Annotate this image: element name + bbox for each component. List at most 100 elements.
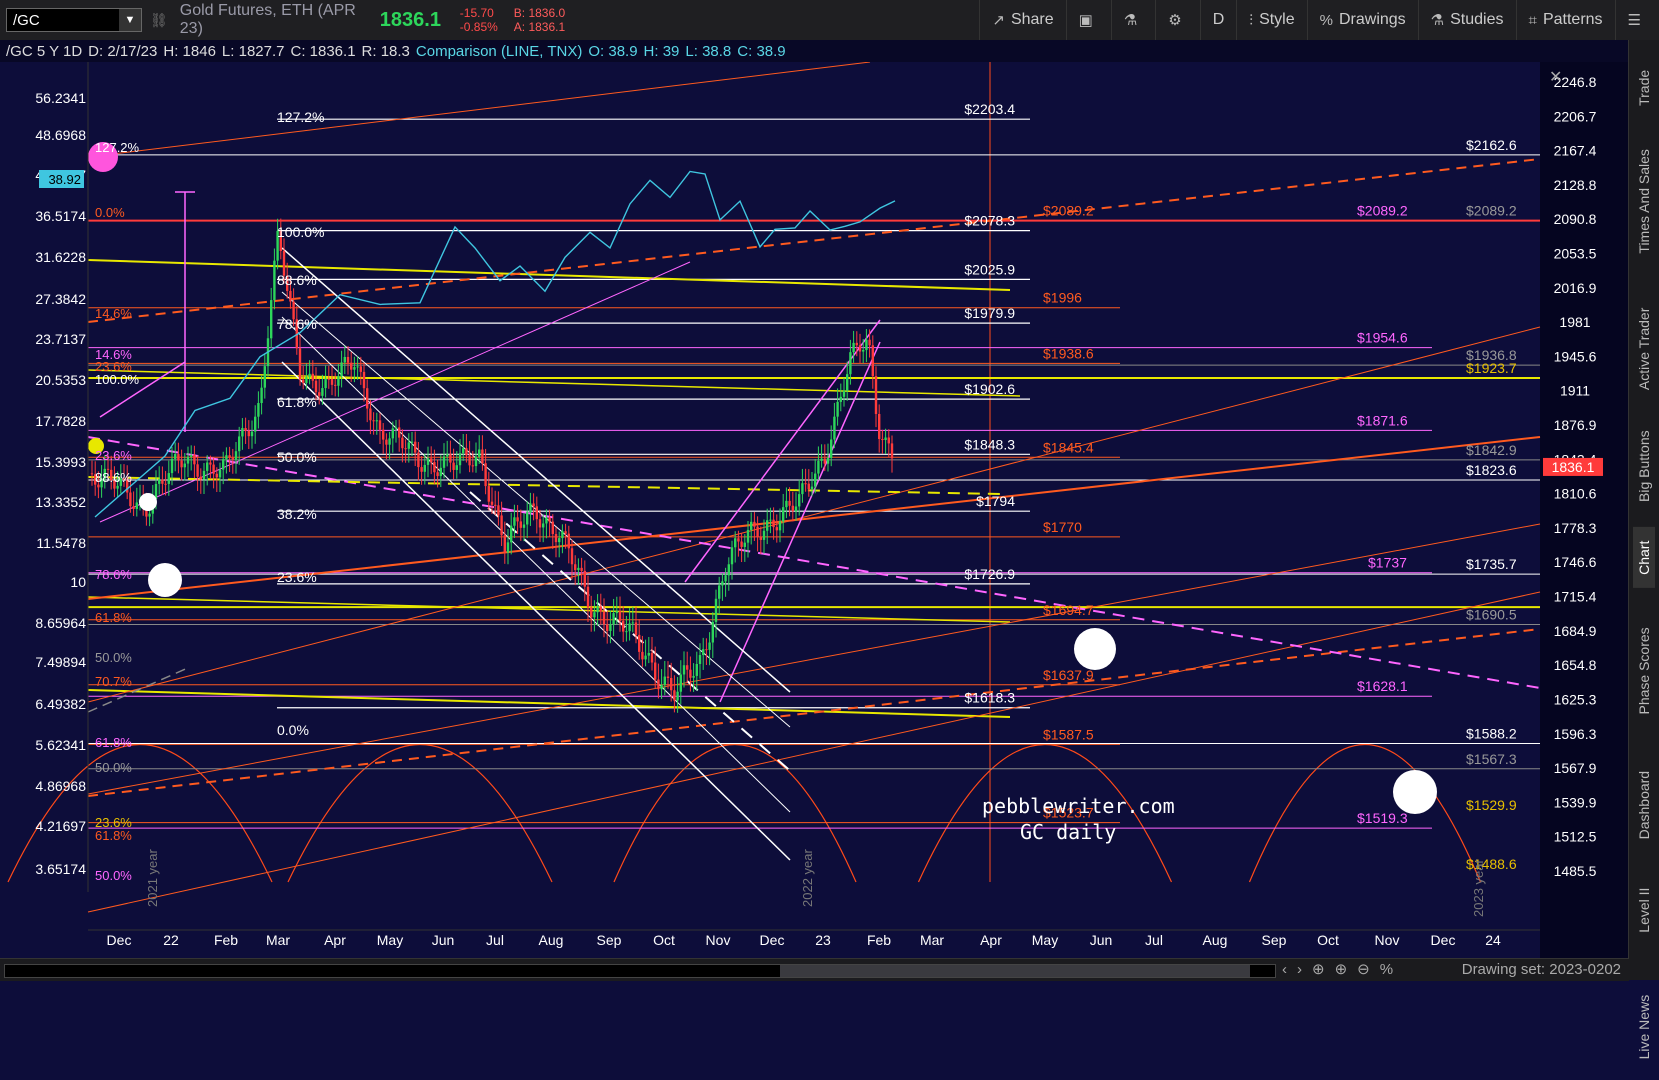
- candle-body: [250, 431, 254, 437]
- flask-icon: ⚗: [1430, 12, 1445, 29]
- candle-body: [513, 517, 516, 526]
- percent-icon[interactable]: %: [1380, 961, 1403, 978]
- left-axis-label: 6.49382: [35, 696, 86, 712]
- horizontal-scrollbar[interactable]: [4, 964, 1276, 978]
- candle-body: [814, 473, 817, 487]
- candle-body: [785, 500, 788, 508]
- side-tab-active-trader[interactable]: Active Trader: [1633, 292, 1655, 405]
- scroll-left-icon[interactable]: ‹: [1282, 961, 1297, 978]
- x-axis-label: 23: [815, 932, 831, 948]
- fib-value-label: $2025.9: [964, 261, 1015, 277]
- white-dot-marker: [1074, 628, 1116, 670]
- price-chart[interactable]: 56.234148.696842.169736.517431.622827.38…: [0, 62, 1629, 958]
- patterns-button[interactable]: ⌗ Patterns: [1515, 0, 1615, 40]
- candle-body: [254, 416, 257, 432]
- candle-body: [641, 651, 644, 660]
- x-axis-label: Apr: [324, 932, 346, 948]
- left-axis-label: 31.6228: [35, 249, 86, 265]
- candle-body: [759, 537, 762, 540]
- link-icon[interactable]: ⛓: [150, 12, 168, 29]
- candle-body: [602, 611, 606, 625]
- candle-body: [148, 513, 151, 517]
- comparison-label[interactable]: Comparison (LINE, TNX): [416, 43, 582, 60]
- side-tab-big-buttons[interactable]: Big Buttons: [1633, 423, 1655, 510]
- candle-body: [654, 662, 657, 680]
- candle-body: [852, 342, 855, 353]
- right-axis-label: 1485.5: [1554, 863, 1597, 879]
- x-axis-label: Sep: [597, 932, 622, 948]
- white-level-label: $2162.6: [1466, 137, 1517, 153]
- side-tab-level-ii[interactable]: Level II: [1633, 862, 1655, 958]
- candle-body: [577, 567, 580, 571]
- scroll-right-icon[interactable]: ›: [1297, 961, 1312, 978]
- layout-button[interactable]: ▣: [1065, 0, 1111, 40]
- x-axis-label: Mar: [266, 932, 290, 948]
- side-tab-times-and-sales[interactable]: Times And Sales: [1633, 123, 1655, 280]
- studies-button[interactable]: ⚗ Studies: [1417, 0, 1516, 40]
- settings-button[interactable]: ⚙: [1155, 0, 1199, 40]
- chevron-down-icon[interactable]: ▼: [119, 9, 141, 31]
- candle-body: [215, 473, 218, 478]
- candle-body: [462, 448, 465, 454]
- zoom-in-icon[interactable]: ⊕: [1335, 961, 1358, 978]
- side-tab-live-news[interactable]: Live News: [1633, 975, 1655, 1079]
- candle-body: [375, 420, 378, 422]
- period-button[interactable]: D: [1199, 0, 1237, 40]
- side-tab-chart[interactable]: Chart: [1633, 527, 1655, 589]
- left-fib-label: 50.0%: [95, 760, 132, 775]
- left-axis-label: 15.3993: [35, 454, 86, 470]
- bid-value: B: 1836.0: [513, 6, 566, 20]
- candle-body: [618, 611, 622, 621]
- watermark-label: GC daily: [1020, 820, 1116, 844]
- side-panel: Trade Times And Sales Active Trader Big But…: [1628, 40, 1659, 1060]
- candle-body: [458, 453, 462, 466]
- candle-body: [842, 390, 846, 397]
- white-level-label: $1588.2: [1466, 726, 1517, 742]
- flask-button[interactable]: ⚗: [1110, 0, 1155, 40]
- candle-body: [311, 373, 314, 381]
- crosshair-icon[interactable]: ⊕: [1312, 961, 1335, 978]
- candle-body: [471, 465, 474, 467]
- drawings-button[interactable]: % Drawings: [1306, 0, 1418, 40]
- x-axis-label: Aug: [1203, 932, 1228, 948]
- share-button[interactable]: ↗ Share: [979, 0, 1065, 40]
- x-axis-label: Aug: [539, 932, 564, 948]
- left-fib-label: 100.0%: [95, 372, 140, 387]
- right-axis-label: 1945.6: [1554, 348, 1597, 364]
- right-axis-label: 1567.9: [1554, 760, 1597, 776]
- menu-icon: ☰: [1627, 12, 1641, 29]
- candle-body: [478, 449, 481, 457]
- candle-body: [817, 460, 820, 474]
- candle-body: [497, 505, 500, 516]
- candle-body: [660, 684, 663, 690]
- x-axis-label: Dec: [760, 932, 785, 948]
- side-tab-dashboard[interactable]: Dashboard: [1633, 753, 1655, 857]
- symbol-selector[interactable]: /GC ▼: [6, 8, 142, 32]
- zoom-controls[interactable]: ‹›⊕⊕⊖%: [1282, 960, 1403, 978]
- layout-icon: ▣: [1078, 12, 1093, 29]
- right-axis-label: 2206.7: [1554, 108, 1597, 124]
- white-level-label: $1823.6: [1466, 462, 1517, 478]
- style-button[interactable]: ⫶ Style: [1236, 0, 1306, 40]
- side-tab-phase-scores[interactable]: Phase Scores: [1633, 606, 1655, 737]
- left-axis-label: 48.6968: [35, 127, 86, 143]
- x-axis-label: Feb: [867, 932, 891, 948]
- gray-level-label: $1567.3: [1466, 751, 1517, 767]
- candle-body: [270, 300, 273, 339]
- chart-title: /GC 5 Y 1D: [6, 42, 83, 60]
- left-fib-label: 78.6%: [95, 567, 132, 582]
- zoom-out-icon[interactable]: ⊖: [1357, 961, 1380, 978]
- candle-body: [161, 479, 164, 484]
- white-dot-marker: [139, 493, 157, 511]
- year-label: 2023 year: [1471, 859, 1486, 917]
- menu-button[interactable]: ☰: [1614, 0, 1659, 40]
- candle-body: [762, 530, 766, 540]
- candle-body: [273, 260, 276, 301]
- candle-body: [590, 607, 593, 618]
- side-tab-trade[interactable]: Trade: [1633, 57, 1655, 118]
- scrollbar-thumb[interactable]: [780, 965, 1250, 977]
- crosshair-icon[interactable]: ✕: [1549, 69, 1562, 86]
- candle-body: [727, 564, 730, 576]
- magenta-level-label: $1871.6: [1357, 412, 1408, 428]
- candle-body: [714, 598, 718, 622]
